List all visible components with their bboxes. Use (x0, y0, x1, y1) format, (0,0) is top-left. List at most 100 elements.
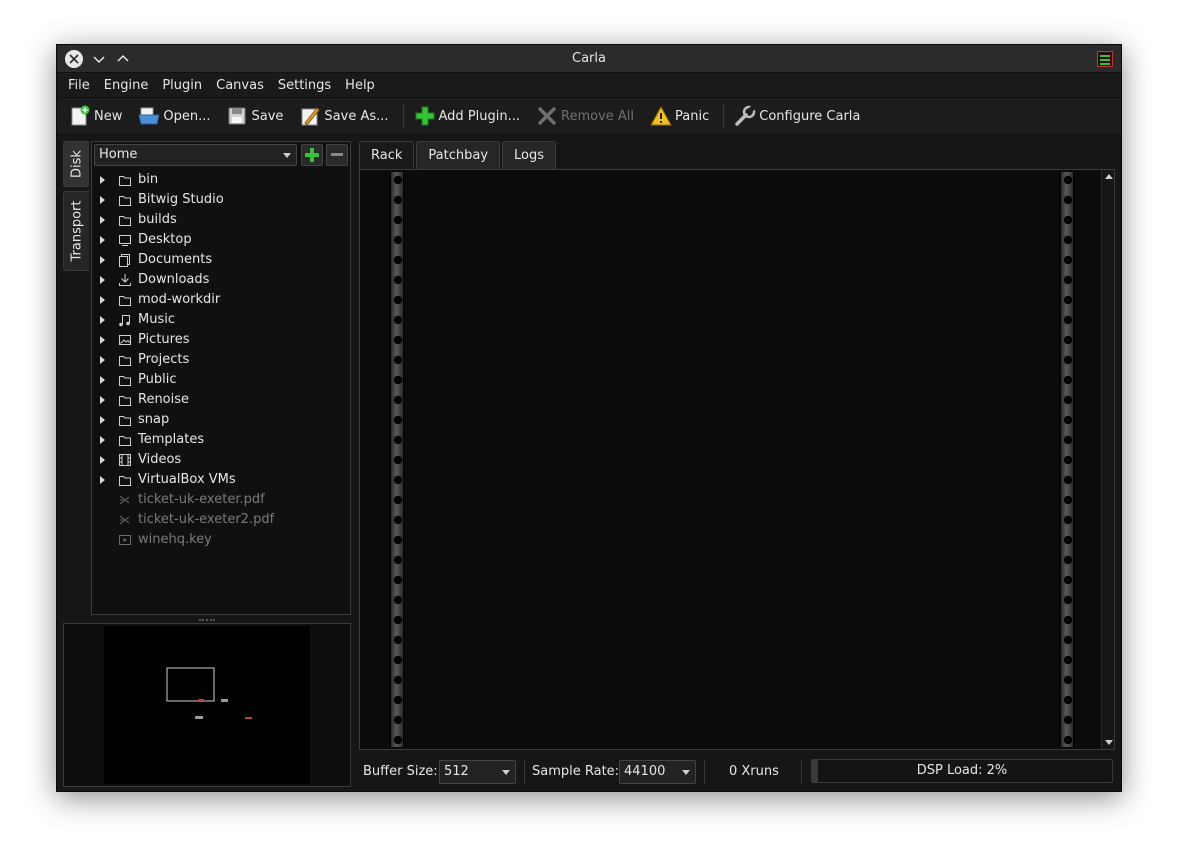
expand-arrow-icon[interactable] (100, 436, 105, 444)
tree-item[interactable]: ticket-uk-exeter.pdf (92, 490, 350, 510)
add-plugin-button[interactable]: Add Plugin... (410, 101, 531, 131)
folder-icon (119, 356, 131, 366)
panic-button[interactable]: Panic (646, 101, 719, 131)
tree-item-label: builds (138, 212, 177, 227)
side-tab-disk[interactable]: Disk (63, 141, 89, 187)
dsp-load-text: DSP Load: 2% (916, 763, 1008, 778)
tree-item-label: winehq.key (138, 532, 212, 547)
open-label: Open... (163, 108, 211, 124)
tree-item[interactable]: mod-workdir (92, 290, 350, 310)
menu-help[interactable]: Help (338, 78, 382, 93)
rack-rail-left (390, 172, 404, 747)
side-tab-transport[interactable]: Transport (63, 191, 89, 271)
expand-arrow-icon[interactable] (100, 176, 105, 184)
scroll-down-arrow-icon[interactable] (1105, 740, 1113, 745)
tree-item-label: Downloads (138, 272, 210, 287)
add-location-button[interactable] (301, 144, 323, 166)
tree-item[interactable]: VirtualBox VMs (92, 470, 350, 490)
tree-item[interactable]: builds (92, 210, 350, 230)
buffer-size-select[interactable]: 512 (439, 760, 516, 784)
tree-item[interactable]: ticket-uk-exeter2.pdf (92, 510, 350, 530)
expand-arrow-icon[interactable] (100, 296, 105, 304)
configure-carla-label: Configure Carla (759, 108, 861, 124)
title-bar: Carla (57, 45, 1121, 73)
status-bar: Buffer Size: 512 Sample Rate: 44100 0 Xr… (359, 757, 1115, 787)
tree-item[interactable]: Public (92, 370, 350, 390)
expand-arrow-icon[interactable] (100, 236, 105, 244)
tree-item[interactable]: Documents (92, 250, 350, 270)
status-separator (524, 760, 525, 784)
open-button[interactable]: Open... (134, 101, 220, 131)
tree-item[interactable]: Renoise (92, 390, 350, 410)
side-tab-transport-label: Transport (69, 200, 84, 262)
tree-item[interactable]: Templates (92, 430, 350, 450)
tree-item-label: snap (138, 412, 170, 427)
menu-file[interactable]: File (61, 78, 97, 93)
toolbar-separator (723, 104, 725, 128)
download-icon (119, 274, 131, 286)
expand-arrow-icon[interactable] (100, 336, 105, 344)
expand-arrow-icon[interactable] (100, 356, 105, 364)
menu-engine[interactable]: Engine (97, 78, 156, 93)
folder-icon (119, 216, 131, 226)
toolbar-separator (402, 104, 404, 128)
tree-item-label: Documents (138, 252, 213, 267)
panel-splitter-handle[interactable] (199, 619, 215, 621)
chevron-down-icon (682, 770, 690, 775)
location-select[interactable]: Home (94, 144, 297, 166)
tree-item[interactable]: Music (92, 310, 350, 330)
documents-icon (119, 254, 130, 267)
new-label: New (94, 108, 123, 124)
chevron-down-icon (502, 770, 510, 775)
expand-arrow-icon[interactable] (100, 276, 105, 284)
new-button[interactable]: New (65, 101, 132, 131)
expand-arrow-icon[interactable] (100, 416, 105, 424)
tree-item[interactable]: Desktop (92, 230, 350, 250)
tab-logs[interactable]: Logs (502, 141, 557, 169)
tree-item-label: Templates (138, 432, 205, 447)
tree-item[interactable]: Downloads (92, 270, 350, 290)
save-as-button[interactable]: Save As... (295, 101, 398, 131)
tree-item[interactable]: winehq.key (92, 530, 350, 550)
folder-icon (119, 476, 131, 486)
add-plugin-label: Add Plugin... (438, 108, 521, 124)
tree-item[interactable]: Videos (92, 450, 350, 470)
menu-bar: File Engine Plugin Canvas Settings Help (57, 73, 1121, 97)
folder-icon (119, 376, 131, 386)
save-as-pencil-icon (299, 105, 321, 127)
tree-item[interactable]: Bitwig Studio (92, 190, 350, 210)
carla-app-icon (1097, 51, 1113, 67)
tree-item[interactable]: Pictures (92, 330, 350, 350)
expand-arrow-icon[interactable] (100, 456, 105, 464)
save-disk-icon (226, 105, 248, 127)
new-document-icon (69, 105, 91, 127)
expand-arrow-icon[interactable] (100, 476, 105, 484)
sample-rate-select[interactable]: 44100 (619, 760, 696, 784)
tab-patchbay[interactable]: Patchbay (416, 141, 501, 169)
folder-icon (119, 176, 131, 186)
expand-arrow-icon[interactable] (100, 256, 105, 264)
expand-arrow-icon[interactable] (100, 196, 105, 204)
expand-arrow-icon[interactable] (100, 396, 105, 404)
menu-plugin[interactable]: Plugin (155, 78, 209, 93)
rack-scrollbar[interactable] (1101, 170, 1114, 749)
tree-item-label: mod-workdir (138, 292, 221, 307)
configure-carla-button[interactable]: Configure Carla (730, 101, 870, 131)
tree-item-label: ticket-uk-exeter2.pdf (138, 512, 275, 527)
patchbay-minimap[interactable] (63, 623, 351, 787)
tab-rack[interactable]: Rack (359, 141, 415, 170)
remove-location-button[interactable] (326, 144, 348, 166)
save-button[interactable]: Save (222, 101, 293, 131)
expand-arrow-icon[interactable] (100, 216, 105, 224)
menu-settings[interactable]: Settings (271, 78, 338, 93)
expand-arrow-icon[interactable] (100, 316, 105, 324)
tree-item[interactable]: bin (92, 170, 350, 190)
tree-item-label: Videos (138, 452, 182, 467)
remove-all-button[interactable]: Remove All (532, 101, 644, 131)
tree-item[interactable]: Projects (92, 350, 350, 370)
remove-x-icon (536, 105, 558, 127)
tree-item[interactable]: snap (92, 410, 350, 430)
menu-canvas[interactable]: Canvas (209, 78, 271, 93)
expand-arrow-icon[interactable] (100, 376, 105, 384)
scroll-up-arrow-icon[interactable] (1105, 174, 1113, 179)
